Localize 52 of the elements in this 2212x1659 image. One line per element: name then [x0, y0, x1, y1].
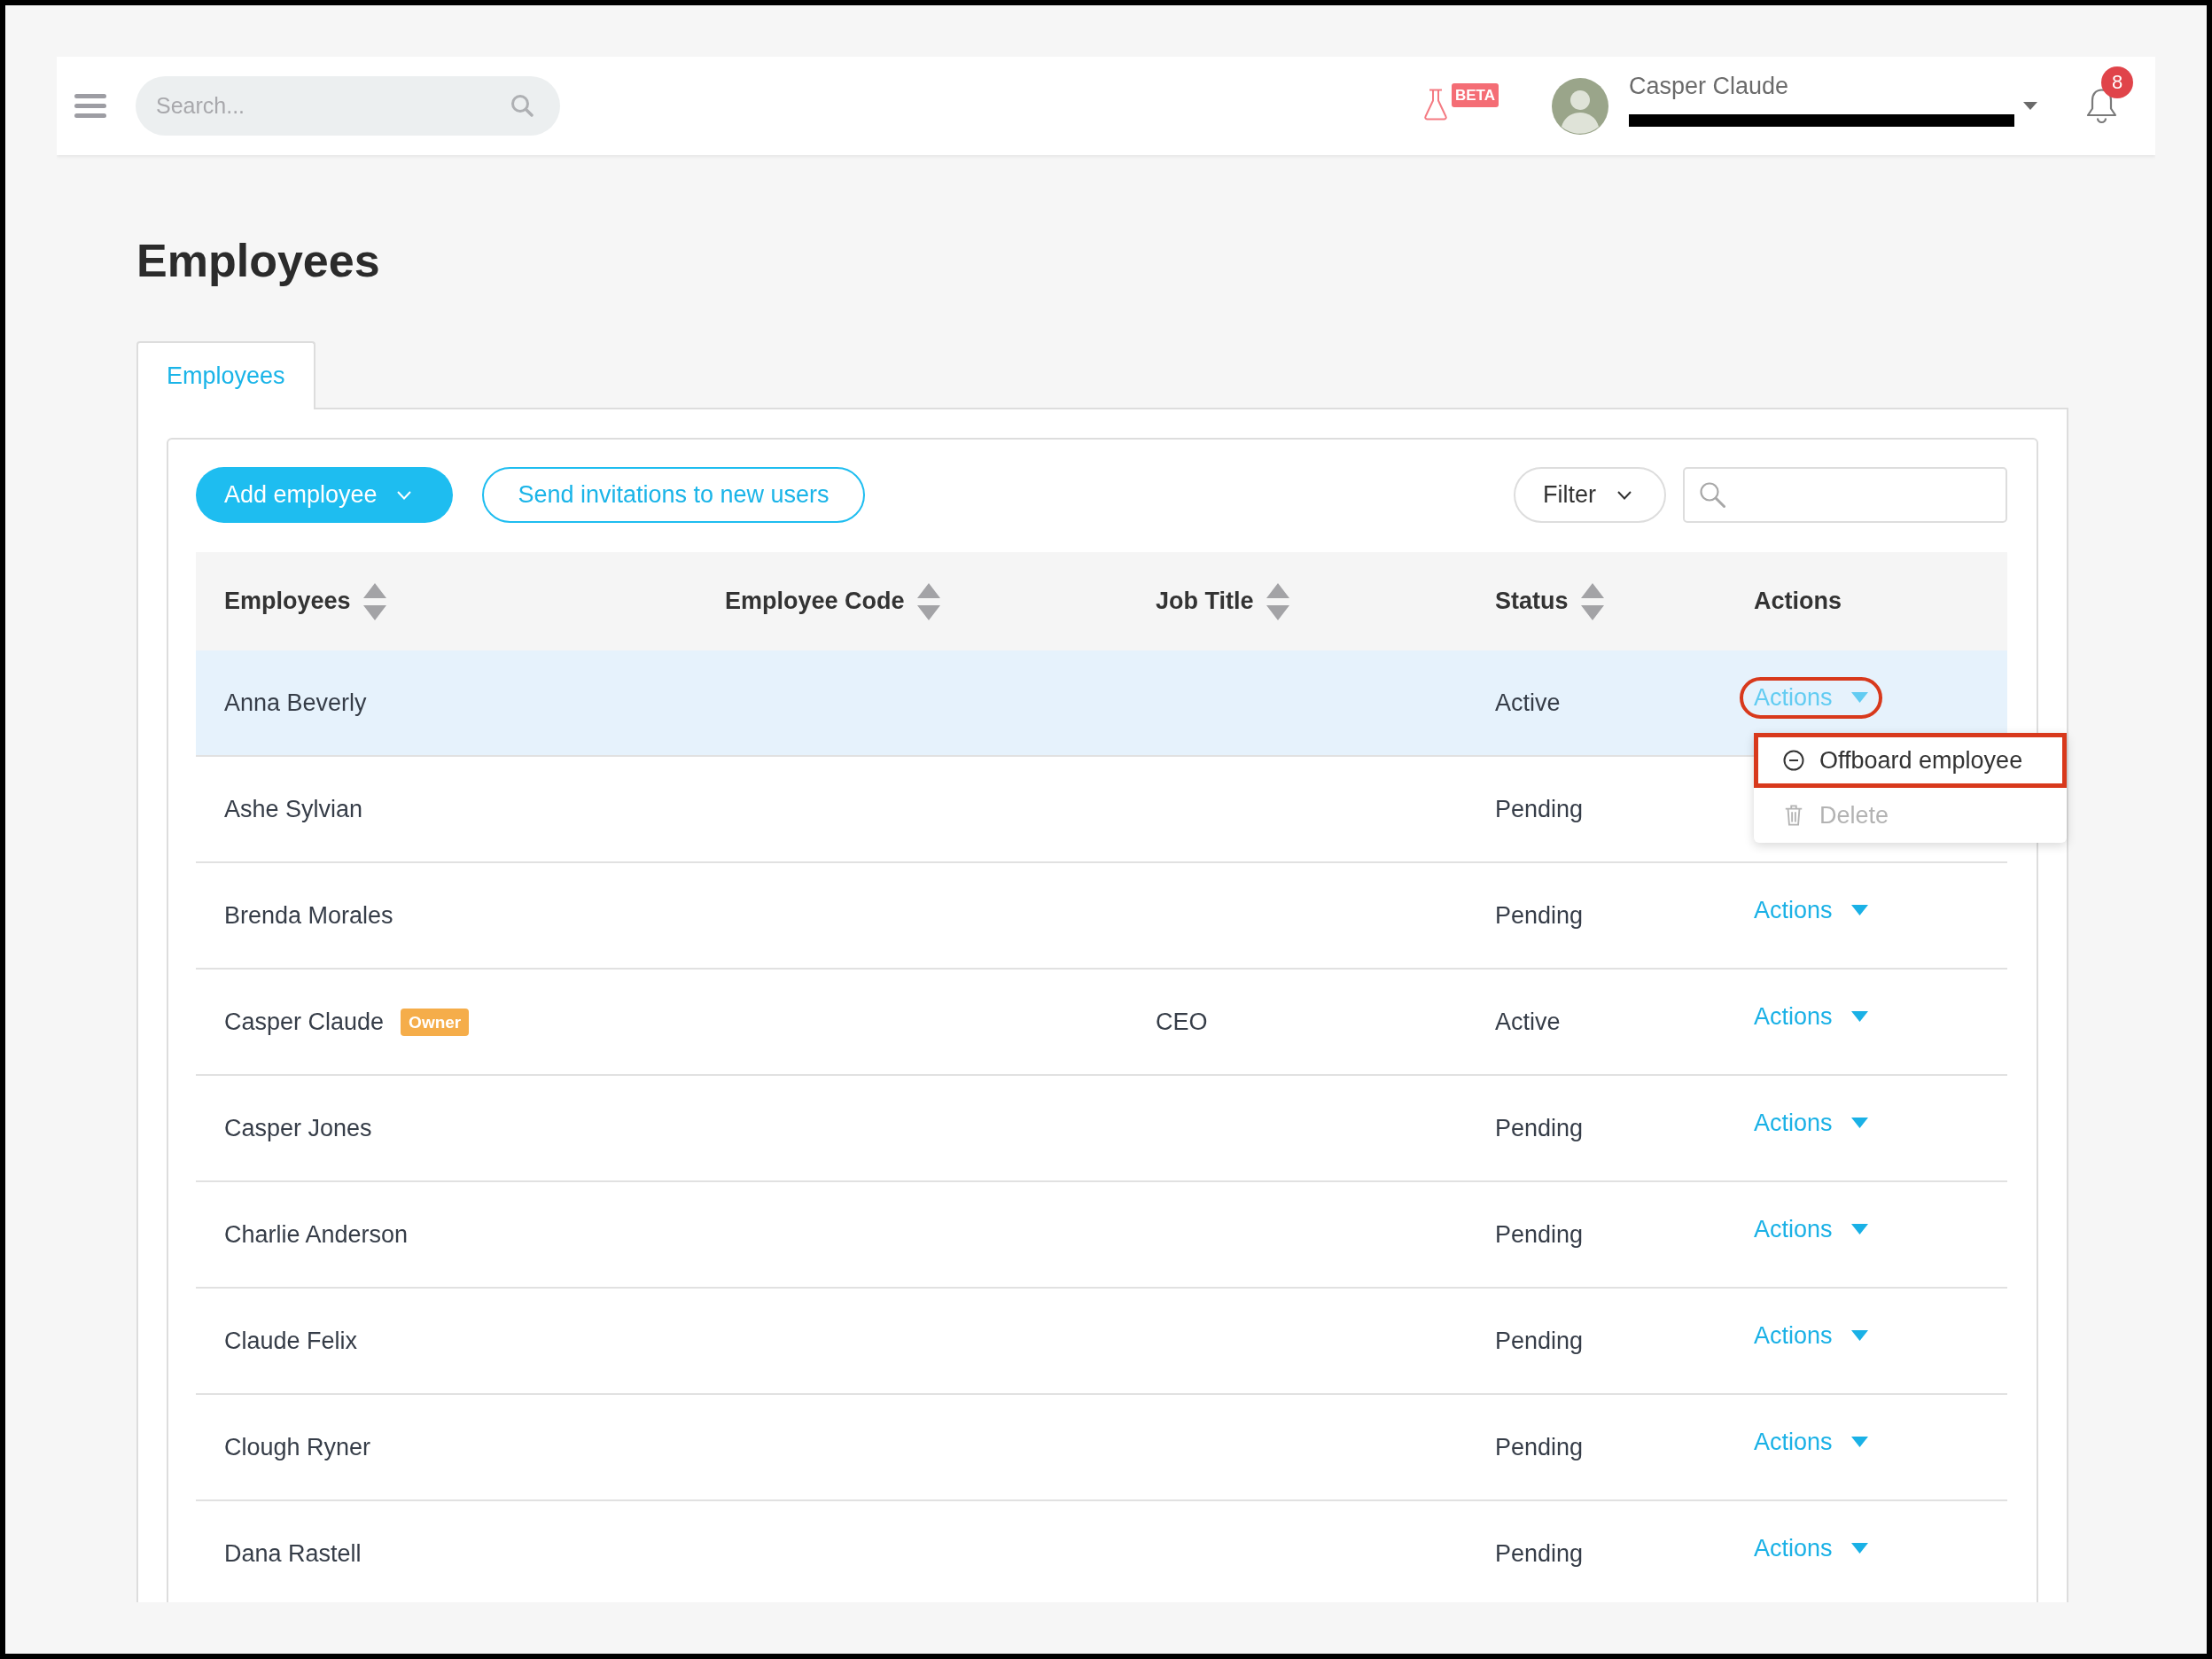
caret-icon [1850, 1011, 1868, 1022]
column-header: Actions [1754, 588, 1842, 615]
search-field[interactable] [1683, 467, 2007, 523]
page-title: Employees [136, 234, 380, 288]
column-header[interactable]: Job Title [1156, 582, 1289, 620]
trash-icon [1783, 805, 1804, 826]
table-cell: Pending [1495, 1433, 1584, 1461]
search-icon [1699, 481, 1725, 508]
table-cell: Active [1495, 1008, 1561, 1036]
table-cell: Pending [1495, 1114, 1584, 1142]
table-cell: Casper Jones [224, 1114, 372, 1142]
column-header[interactable]: Status [1495, 582, 1604, 620]
bell-icon[interactable] [2085, 88, 2118, 124]
table-cell: CEO [1156, 1008, 1208, 1036]
caret-icon [1850, 1330, 1868, 1341]
filter-button[interactable]: Filter [1514, 467, 1666, 523]
table-cell: Pending [1495, 901, 1584, 930]
caret-icon [1850, 905, 1868, 915]
table-cell: Ashe Sylvian [224, 795, 363, 823]
table-cell: Active [1495, 689, 1561, 717]
table-cell: Brenda Morales [224, 901, 393, 930]
caret-icon [1850, 692, 1868, 703]
column-header[interactable]: Employees [224, 582, 386, 620]
table-cell: Casper Claude [224, 1008, 385, 1036]
caret-icon [1850, 1543, 1868, 1554]
menu-icon[interactable] [74, 94, 106, 118]
table-cell: Pending [1495, 1220, 1584, 1249]
search-field[interactable]: Search... [136, 76, 560, 136]
table-cell: Pending [1495, 1327, 1584, 1355]
table-cell: Dana Rastell [224, 1539, 362, 1568]
user-name[interactable]: Casper Claude [1629, 72, 1789, 100]
chevron-icon [396, 490, 411, 500]
notification-badge: 8 [2101, 66, 2133, 98]
table-cell: Pending [1495, 1539, 1584, 1568]
table-cell: Anna Beverly [224, 689, 367, 717]
minus-circle-icon [1783, 750, 1804, 771]
table-cell: Clough Ryner [224, 1433, 371, 1461]
role-badge: Owner [401, 1008, 470, 1036]
caret-icon [1850, 1118, 1868, 1128]
search-icon[interactable] [510, 94, 534, 117]
menu-item[interactable]: Offboard employee [1754, 733, 2067, 788]
chevron-icon [1617, 490, 1632, 500]
caret-icon [1850, 1224, 1868, 1235]
table-cell: Charlie Anderson [224, 1220, 409, 1249]
column-header[interactable]: Employee Code [725, 582, 940, 620]
caret-icon[interactable] [2023, 102, 2037, 110]
avatar-silhouette-icon[interactable] [1552, 77, 1608, 135]
flask-icon[interactable] [1423, 88, 1448, 121]
caret-icon [1850, 1437, 1868, 1447]
beta-badge: BETA [1452, 82, 1499, 107]
table-cell: Pending [1495, 795, 1584, 823]
table-cell: Claude Felix [224, 1327, 358, 1355]
